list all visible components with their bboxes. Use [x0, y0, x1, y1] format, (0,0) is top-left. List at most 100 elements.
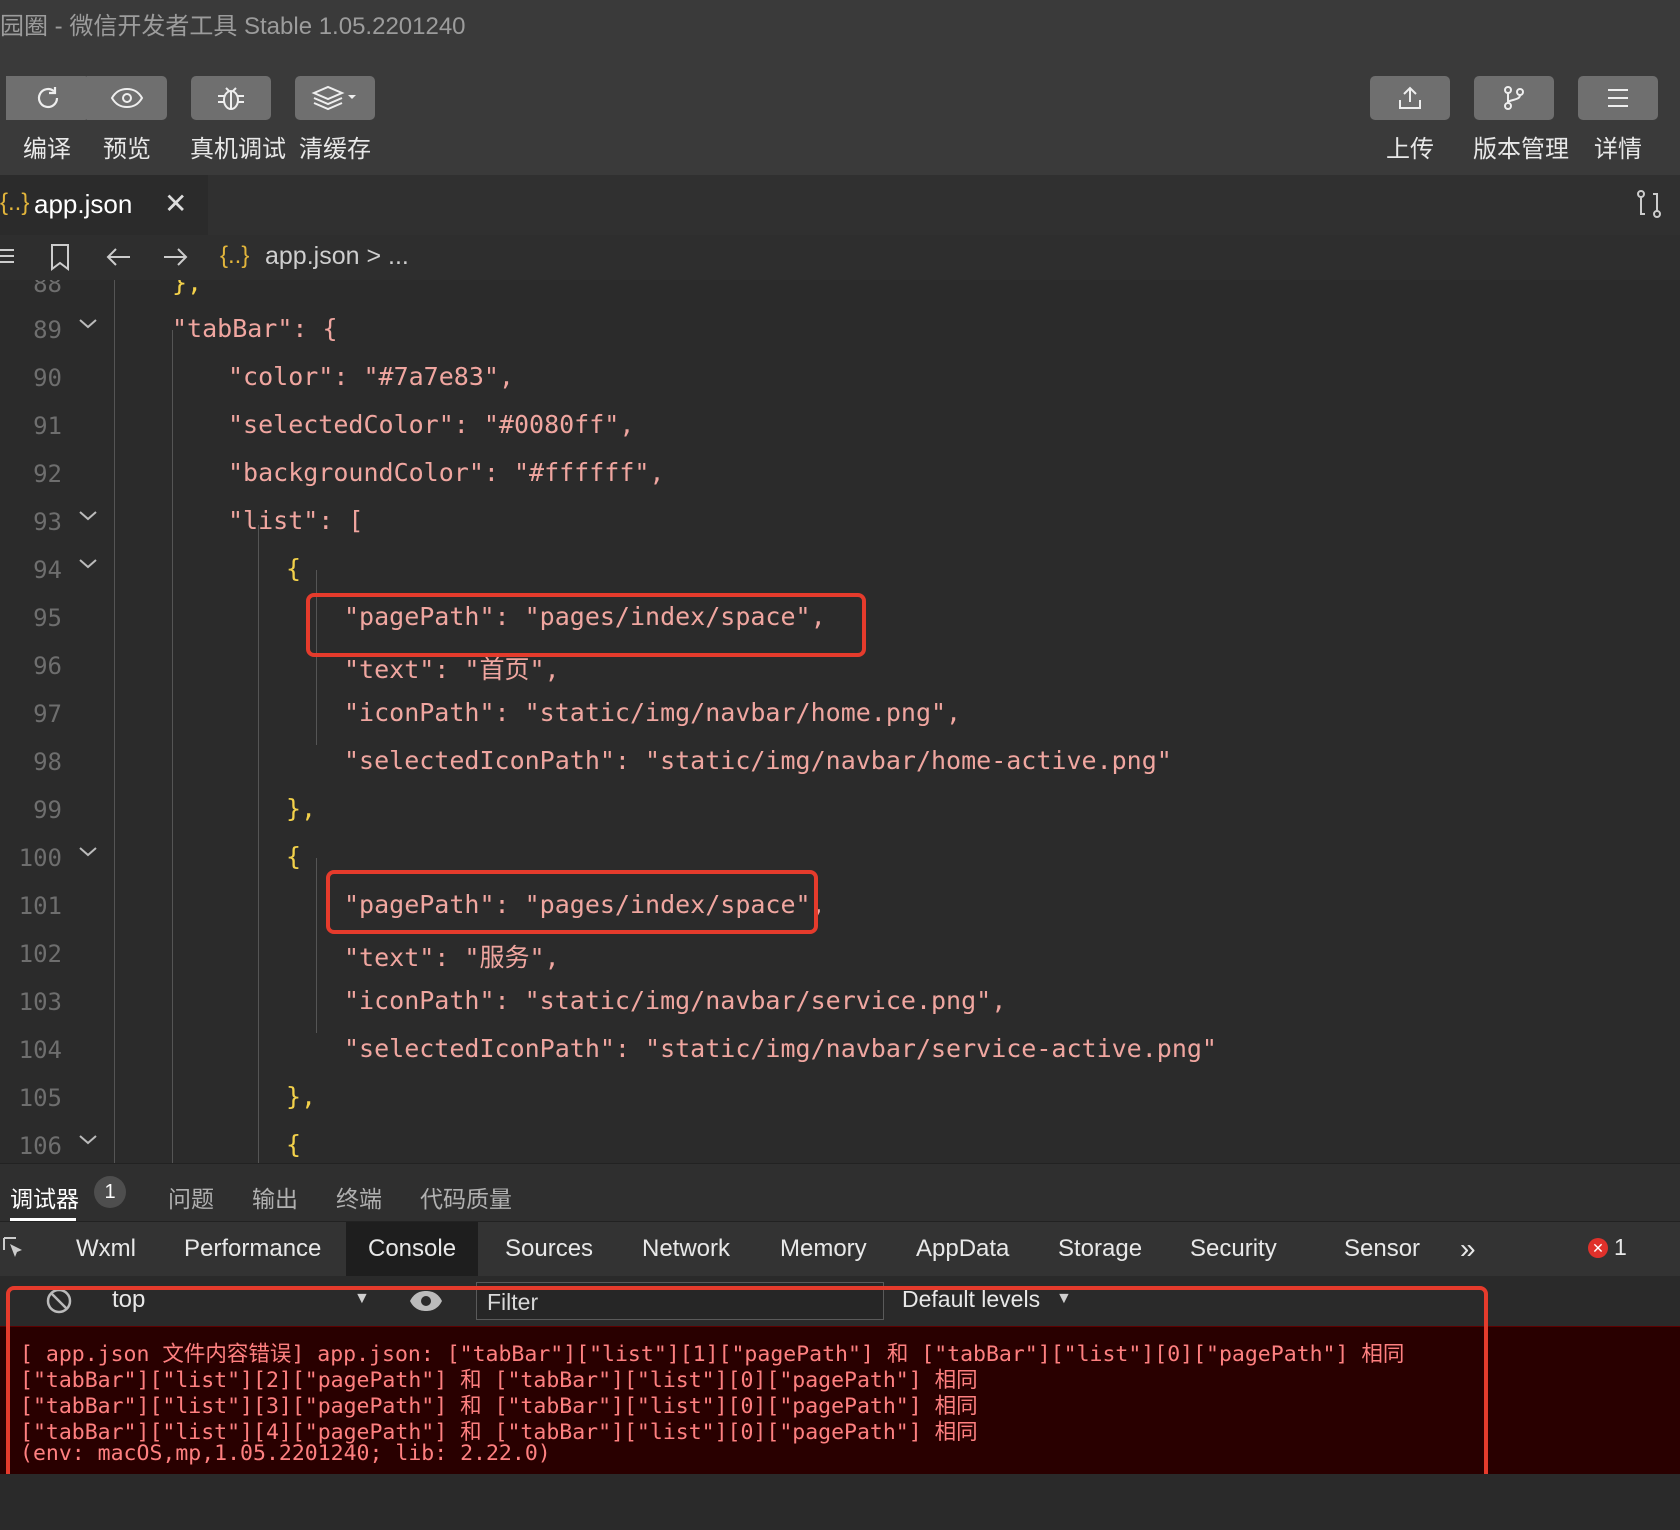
code-line: {: [286, 1130, 302, 1159]
branch-icon: [1504, 86, 1524, 110]
line-number: 95: [33, 604, 62, 632]
eye-icon: [110, 87, 144, 109]
bug-icon: [218, 87, 244, 110]
tab-storage[interactable]: Storage: [1056, 1222, 1144, 1276]
indent-guide: [114, 280, 115, 1163]
code-line: "list": [: [228, 506, 364, 535]
tab-wxml[interactable]: Wxml: [74, 1222, 138, 1276]
line-number: 93: [33, 508, 62, 536]
line-number: 88: [33, 280, 62, 298]
editor-tabs: {..} app.json ✕: [0, 175, 1680, 235]
code-line: "selectedIconPath": "static/img/navbar/s…: [344, 1034, 1217, 1063]
list-icon[interactable]: [0, 243, 18, 269]
line-number: 102: [18, 940, 62, 968]
tab-appdata[interactable]: AppData: [914, 1222, 1011, 1276]
tab-security[interactable]: Security: [1188, 1222, 1279, 1276]
tab-terminal[interactable]: 终端: [336, 1180, 382, 1214]
code-line: "tabBar": {: [172, 314, 338, 343]
tab-output[interactable]: 输出: [252, 1180, 298, 1214]
upload-icon: [1399, 86, 1421, 109]
arrow-right-icon[interactable]: [160, 243, 190, 271]
code-line: },: [172, 280, 203, 297]
version-label: 版本管理: [1473, 136, 1569, 163]
chevron-down-icon[interactable]: [78, 1130, 98, 1150]
tab-code-quality[interactable]: 代码质量: [420, 1180, 512, 1214]
title-bar: 园圈 - 微信开发者工具 Stable 1.05.2201240: [0, 0, 1680, 50]
upload-label: 上传: [1386, 136, 1434, 163]
toolbar: 编译 预览 真机调试 清缓存 上传 版本管理 详情: [0, 50, 1680, 175]
tab-console[interactable]: Console: [346, 1222, 479, 1276]
error-count[interactable]: 1: [1614, 1234, 1627, 1261]
highlight-box: [6, 1286, 1488, 1486]
breadcrumb-text[interactable]: app.json > ...: [265, 242, 409, 271]
chevron-down-icon[interactable]: [78, 314, 98, 334]
code-line: },: [286, 794, 317, 823]
preview-button[interactable]: 预览: [86, 76, 168, 164]
details-button[interactable]: 详情: [1577, 76, 1659, 164]
line-number: 92: [33, 460, 62, 488]
tab-sensor[interactable]: Sensor: [1342, 1222, 1422, 1276]
tab-network[interactable]: Network: [640, 1222, 732, 1276]
refresh-icon: [37, 87, 59, 109]
compare-icon[interactable]: [1632, 187, 1666, 226]
indent-guide: [258, 525, 259, 1163]
code-editor[interactable]: 88 89 90 91 92 93 94 95 96 97 98 99 100 …: [0, 280, 1680, 1163]
close-icon[interactable]: ✕: [164, 187, 187, 220]
clear-cache-label: 清缓存: [299, 136, 371, 163]
breadcrumb: {..} app.json > ...: [0, 235, 1680, 281]
tab-memory[interactable]: Memory: [778, 1222, 869, 1276]
code-line: "color": "#7a7e83",: [228, 362, 514, 391]
line-number: 101: [18, 892, 62, 920]
more-tabs-icon[interactable]: »: [1458, 1222, 1478, 1276]
tab-label: app.json: [34, 189, 133, 219]
compile-button[interactable]: 编译: [6, 76, 90, 164]
inspect-icon[interactable]: [2, 1236, 26, 1262]
remote-debug-label: 真机调试: [190, 136, 286, 163]
line-number: 94: [33, 556, 62, 584]
details-label: 详情: [1594, 136, 1642, 163]
debugger-badge: 1: [94, 1176, 126, 1208]
line-number: 97: [33, 700, 62, 728]
code-line: "selectedIconPath": "static/img/navbar/h…: [344, 746, 1172, 775]
compile-label: 编译: [23, 136, 71, 163]
json-file-icon: {..}: [220, 242, 250, 269]
preview-label: 预览: [103, 136, 151, 163]
line-number: 106: [18, 1132, 62, 1160]
line-number: 91: [33, 412, 62, 440]
upload-button[interactable]: 上传: [1369, 76, 1451, 164]
line-number: 99: [33, 796, 62, 824]
window-title: 园圈 - 微信开发者工具 Stable 1.05.2201240: [0, 13, 466, 40]
bookmark-icon[interactable]: [48, 243, 72, 271]
arrow-left-icon[interactable]: [104, 243, 134, 271]
line-number: 104: [18, 1036, 62, 1064]
tab-problems[interactable]: 问题: [168, 1180, 214, 1214]
tab-sources[interactable]: Sources: [503, 1222, 595, 1276]
json-file-icon: {..}: [0, 189, 30, 216]
code-line: "iconPath": "static/img/navbar/service.p…: [344, 986, 1007, 1015]
tab-performance[interactable]: Performance: [182, 1222, 323, 1276]
chevron-down-icon[interactable]: [78, 506, 98, 526]
version-button[interactable]: 版本管理: [1473, 76, 1569, 164]
devtools-tabs: Wxml Performance Console Sources Network…: [0, 1221, 1680, 1277]
code-line: "selectedColor": "#0080ff",: [228, 410, 635, 439]
menu-icon: [1608, 89, 1628, 107]
code-line: "text": "服务",: [344, 943, 560, 972]
clear-cache-button[interactable]: 清缓存: [294, 76, 376, 164]
tab-app-json[interactable]: {..} app.json ✕: [0, 175, 208, 235]
chevron-down-icon[interactable]: [78, 554, 98, 574]
line-number: 98: [33, 748, 62, 776]
code-line: {: [286, 842, 302, 871]
remote-debug-button[interactable]: 真机调试: [190, 76, 286, 164]
chevron-down-icon[interactable]: [78, 842, 98, 862]
tab-debugger[interactable]: 调试器: [10, 1180, 79, 1214]
indent-guide: [172, 330, 173, 1163]
highlight-box: [306, 593, 866, 657]
line-number: 103: [18, 988, 62, 1016]
line-number: 105: [18, 1084, 62, 1112]
layers-icon: [311, 85, 356, 111]
panel-tabs: 调试器 1 问题 输出 终端 代码质量: [0, 1163, 1680, 1222]
line-number: 90: [33, 364, 62, 392]
line-number: 89: [33, 316, 62, 344]
code-line: {: [286, 554, 302, 583]
line-number: 96: [33, 652, 62, 680]
